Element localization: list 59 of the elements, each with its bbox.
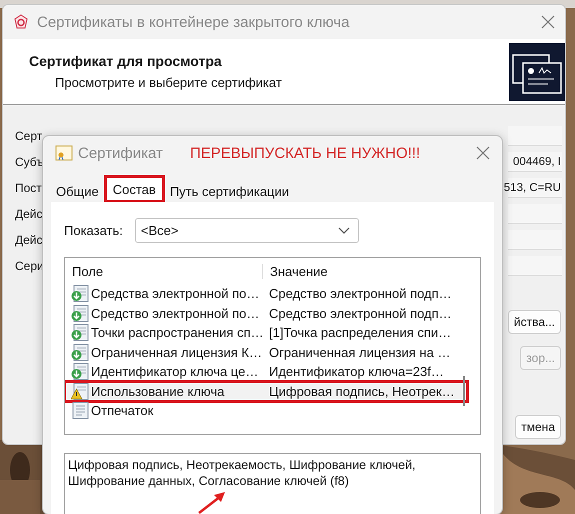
chevron-down-icon <box>338 226 350 234</box>
scrollbar-thumb <box>463 376 465 406</box>
value-field <box>508 256 562 276</box>
list-row[interactable]: Средство электронной по… Средство электронной подп… <box>65 304 467 323</box>
header-title: Сертификат для просмотра <box>29 53 223 69</box>
extension-icon <box>71 363 89 380</box>
list-row[interactable]: Ограниченная лицензия К… Ограниченная лицензия на … <box>65 342 467 362</box>
field-value[interactable]: Цифровая подпись, Неотрек… <box>269 384 455 399</box>
window-title: Сертификаты в контейнере закрытого ключа <box>37 14 350 30</box>
field-name[interactable]: Отпечаток <box>91 403 154 418</box>
close-button[interactable] <box>476 146 490 160</box>
field-label: Серт <box>15 129 42 143</box>
dialog-button[interactable]: тмена <box>515 415 561 439</box>
tab[interactable]: Состав <box>104 176 164 202</box>
value-text: Цифровая подпись, Неотрекаемость, Шифрование ключей, Шифрование данных, Согласование ключей (f8) <box>68 457 417 489</box>
field-name[interactable]: Точки распространения сп… <box>91 325 264 340</box>
extension-icon <box>71 304 89 322</box>
field-label: Дейс <box>15 207 43 221</box>
value-field <box>508 204 562 224</box>
close-button[interactable] <box>541 15 555 29</box>
field-name[interactable]: Средство электронной по… <box>91 306 260 321</box>
column-header[interactable]: Поле <box>65 264 263 278</box>
extension-icon <box>71 324 89 342</box>
list-row[interactable]: Отпечаток <box>65 401 467 420</box>
warning-icon <box>71 382 89 400</box>
extension-icon <box>71 285 89 302</box>
list-row[interactable]: Использование ключа Цифровая подпись, Неотрек… <box>65 382 467 401</box>
value-field <box>508 126 562 146</box>
field-value[interactable]: Средство электронной подп… <box>269 306 452 321</box>
field-label: Пост <box>15 181 42 195</box>
list-row[interactable]: Точки распространения сп… [1]Точка распределения спи… <box>65 323 467 342</box>
tab[interactable]: Путь сертификации <box>166 180 294 202</box>
field-value[interactable]: Средство электронной подп… <box>269 286 452 302</box>
header-subtitle: Просмотрите и выберите сертификат <box>54 75 282 90</box>
app-logo-icon <box>13 14 29 30</box>
annotation-text: ПЕРЕВЫПУСКАТЬ НЕ НУЖНО!!! <box>190 144 422 162</box>
field-label: Субъ <box>15 155 44 169</box>
field-value[interactable]: Ограниченная лицензия на … <box>269 344 450 360</box>
show-dropdown[interactable]: <Все> <box>134 218 359 243</box>
list-row[interactable]: Средства электронной по… Средство электронной подп… <box>65 284 467 304</box>
field-name[interactable]: Идентификатор ключа це… <box>91 364 258 380</box>
show-label: Показать: <box>64 223 123 238</box>
extension-icon <box>71 344 89 361</box>
dialog-title: Сертификат <box>78 144 163 162</box>
list-row[interactable]: Идентификатор ключа це… Идентификатор ключа=23f… <box>65 362 467 382</box>
field-value[interactable]: [1]Точка распределения спи… <box>269 325 452 340</box>
field-value[interactable]: Идентификатор ключа=23f… <box>269 364 444 380</box>
value-field: 004469, I <box>508 152 562 172</box>
field-name[interactable]: Ограниченная лицензия К… <box>91 344 262 360</box>
field-name[interactable]: Средства электронной по… <box>91 286 260 302</box>
column-header[interactable]: Значение <box>263 264 328 278</box>
dialog-button[interactable]: йства... <box>508 310 561 334</box>
tab[interactable]: Общие <box>52 180 103 202</box>
value-field <box>508 230 562 250</box>
field-label: Дейс <box>15 233 43 247</box>
value-detail-box[interactable]: Цифровая подпись, Неотрекаемость, Шифрование ключей, Шифрование данных, Согласование ключей (f8) <box>64 453 481 514</box>
certificate-icon <box>55 145 73 161</box>
field-name[interactable]: Использование ключа <box>91 384 224 399</box>
document-icon <box>71 402 89 420</box>
